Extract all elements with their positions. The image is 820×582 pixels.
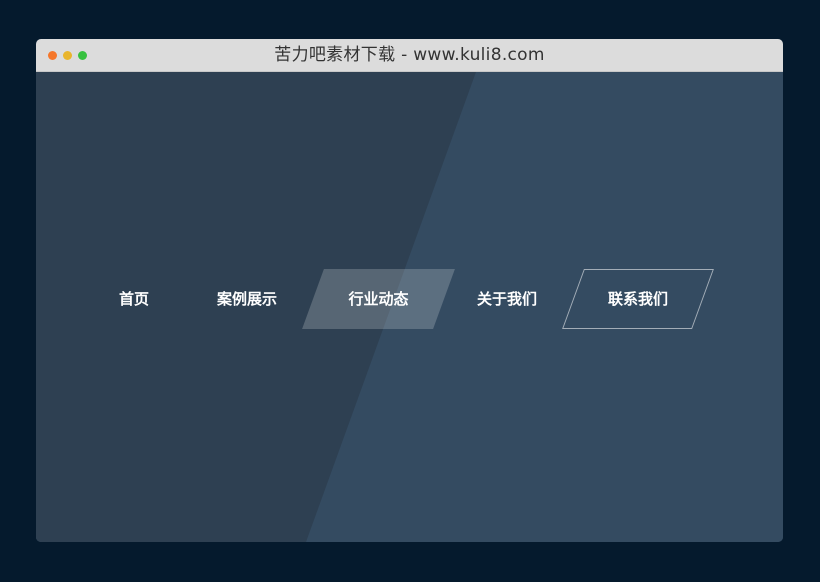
nav-item-contact[interactable]: 联系我们 [562, 269, 714, 329]
nav-item-label: 案例展示 [216, 290, 277, 308]
demo-stage: 首页 案例展示 行业动态 关于我们 联系我们 [36, 72, 783, 542]
nav-item-label: 联系我们 [607, 290, 668, 308]
nav-item-about[interactable]: 关于我们 [451, 269, 563, 329]
title-bar: 苦力吧素材下载 - www.kuli8.com [36, 39, 783, 72]
nav-item-news[interactable]: 行业动态 [302, 269, 455, 329]
nav-item-label: 行业动态 [348, 290, 409, 308]
window-title: 苦力吧素材下载 - www.kuli8.com [274, 45, 545, 65]
browser-window: 苦力吧素材下载 - www.kuli8.com 首页 案例展示 行业动态 关于我… [36, 39, 783, 542]
nav-item-label: 关于我们 [476, 290, 537, 308]
nav-item-cases[interactable]: 案例展示 [191, 269, 303, 329]
main-nav: 首页 案例展示 行业动态 关于我们 联系我们 [36, 269, 783, 329]
nav-item-home[interactable]: 首页 [78, 269, 190, 329]
nav-item-label: 首页 [118, 290, 149, 308]
